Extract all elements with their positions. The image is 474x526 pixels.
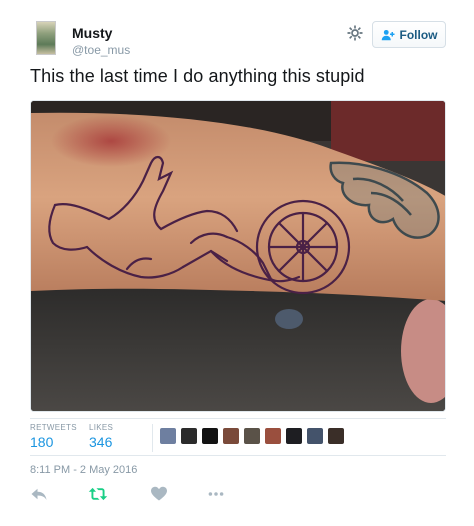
tweet-text: This the last time I do anything this st…	[30, 66, 365, 86]
gear-icon[interactable]	[346, 24, 364, 42]
stats-divider	[152, 424, 153, 452]
avatar[interactable]	[286, 428, 302, 444]
follow-button[interactable]: Follow	[372, 21, 446, 48]
tweet-header: Musty @toe_mus Follow	[0, 0, 474, 64]
avatar[interactable]	[160, 428, 176, 444]
tweet-actions	[30, 486, 330, 506]
retweets-count[interactable]: 180	[30, 434, 53, 450]
likes-label: LIKES	[89, 423, 114, 432]
heart-icon[interactable]	[150, 486, 168, 502]
tweet-timestamp[interactable]: 8:11 PM - 2 May 2016	[30, 464, 137, 476]
user-handle[interactable]: @toe_mus	[72, 43, 130, 57]
reply-icon[interactable]	[30, 486, 48, 502]
avatar[interactable]	[265, 428, 281, 444]
avatar[interactable]	[202, 428, 218, 444]
add-user-icon	[381, 29, 394, 40]
divider-middle	[30, 455, 446, 456]
avatar[interactable]	[307, 428, 323, 444]
more-dots-icon[interactable]	[208, 486, 224, 502]
display-name[interactable]: Musty	[72, 25, 112, 41]
tweet-photo[interactable]	[30, 100, 446, 412]
avatar[interactable]	[223, 428, 239, 444]
divider-top	[30, 418, 446, 419]
follow-label: Follow	[399, 27, 438, 42]
avatar[interactable]	[36, 21, 56, 55]
retweets-label: RETWEETS	[30, 423, 77, 432]
retweet-icon[interactable]	[88, 486, 108, 502]
avatar[interactable]	[328, 428, 344, 444]
liker-avatars	[160, 428, 344, 444]
likes-count[interactable]: 346	[89, 434, 112, 450]
avatar[interactable]	[181, 428, 197, 444]
avatar[interactable]	[244, 428, 260, 444]
tattoo-photo	[31, 101, 445, 411]
